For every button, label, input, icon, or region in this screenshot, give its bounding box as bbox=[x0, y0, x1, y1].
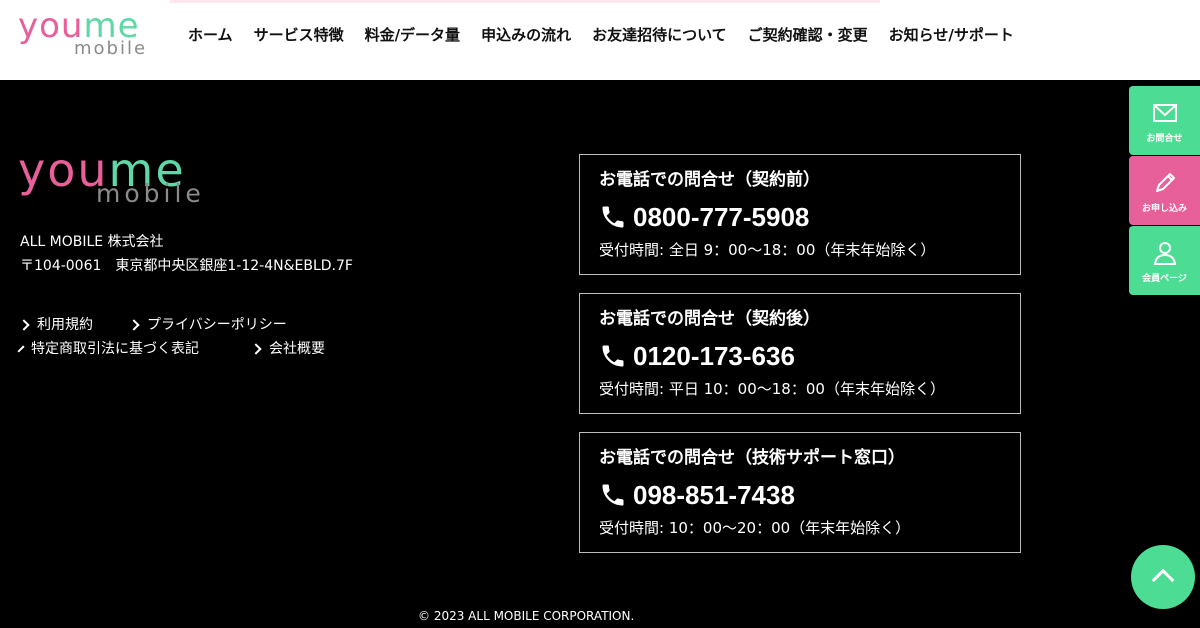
nav-features[interactable]: サービス特徴 bbox=[254, 24, 344, 46]
side-tab-member[interactable]: 会員ページ bbox=[1129, 226, 1200, 295]
main-nav: ホーム サービス特徴 料金/データ量 申込みの流れ お友達招待について ご契約確… bbox=[188, 24, 1035, 46]
link-privacy[interactable]: プライバシーポリシー bbox=[128, 314, 330, 336]
site-header: youme mobile ホーム サービス特徴 料金/データ量 申込みの流れ お… bbox=[0, 0, 1200, 80]
nav-contract[interactable]: ご契約確認・変更 bbox=[748, 24, 868, 46]
header-accent-line bbox=[170, 0, 880, 3]
footer-links: 利用規約 プライバシーポリシー 特定商取引法に基づく表記 会社概要 bbox=[17, 314, 400, 360]
copyright: © 2023 ALL MOBILE CORPORATION. bbox=[418, 609, 635, 623]
contact-box-post-contract: お電話での問合せ（契約後） 0120-173-636 受付時間: 平日 10：0… bbox=[579, 293, 1021, 414]
link-label: プライバシーポリシー bbox=[147, 317, 287, 333]
phone-icon bbox=[602, 345, 624, 367]
header-logo[interactable]: youme mobile bbox=[18, 8, 158, 59]
contact-title: お電話での問合せ（契約後） bbox=[599, 309, 820, 329]
nav-home[interactable]: ホーム bbox=[188, 24, 233, 46]
nav-news-support[interactable]: お知らせ/サポート bbox=[889, 24, 1014, 46]
link-company[interactable]: 会社概要 bbox=[250, 338, 330, 360]
logo-mobile-text: mobile bbox=[74, 38, 148, 59]
contact-title: お電話での問合せ（技術サポート窓口） bbox=[599, 448, 905, 468]
mail-icon bbox=[1152, 104, 1177, 122]
link-terms[interactable]: 利用規約 bbox=[18, 314, 130, 336]
link-label: 特定商取引法に基づく表記 bbox=[31, 341, 199, 357]
phone-number[interactable]: 0120-173-636 bbox=[633, 341, 795, 372]
contact-box-tech-support: お電話での問合せ（技術サポート窓口） 098-851-7438 受付時間: 10… bbox=[579, 432, 1021, 553]
side-tab-label: 会員ページ bbox=[1142, 274, 1187, 284]
chevron-right-icon bbox=[250, 343, 262, 355]
contact-hours: 受付時間: 10：00〜20：00（年末年始除く） bbox=[599, 519, 911, 537]
side-tab-label: お問合せ bbox=[1146, 134, 1183, 144]
nav-application-flow[interactable]: 申込みの流れ bbox=[481, 24, 571, 46]
phone-icon bbox=[602, 206, 624, 228]
footer-logo-you-text: you bbox=[18, 143, 109, 197]
nav-pricing[interactable]: 料金/データ量 bbox=[365, 24, 460, 46]
phone-row[interactable]: 0800-777-5908 bbox=[599, 197, 1020, 237]
company-info: ALL MOBILE 株式会社 〒104-0061 東京都中央区銀座1-12-4… bbox=[20, 230, 353, 278]
nav-friend-invite[interactable]: お友達招待について bbox=[592, 24, 727, 46]
side-tab-apply[interactable]: お申し込み bbox=[1129, 156, 1200, 225]
link-label: 会社概要 bbox=[269, 341, 325, 357]
contact-hours: 受付時間: 全日 9：00〜18：00（年末年始除く） bbox=[599, 241, 936, 259]
back-to-top-button[interactable] bbox=[1131, 545, 1195, 609]
chevron-right-icon bbox=[18, 319, 30, 331]
link-tokushoho[interactable]: 特定商取引法に基づく表記 bbox=[17, 338, 199, 360]
phone-row[interactable]: 098-851-7438 bbox=[599, 475, 1020, 515]
user-icon bbox=[1153, 242, 1176, 265]
phone-number[interactable]: 098-851-7438 bbox=[633, 480, 795, 511]
phone-icon bbox=[602, 484, 624, 506]
company-name: ALL MOBILE 株式会社 bbox=[20, 234, 164, 250]
company-address: 〒104-0061 東京都中央区銀座1-12-4N&EBLD.7F bbox=[20, 258, 353, 274]
link-label: 利用規約 bbox=[37, 317, 93, 333]
chevron-right-icon bbox=[128, 319, 140, 331]
chevron-up-icon bbox=[1151, 568, 1175, 592]
contact-title: お電話での問合せ（契約前） bbox=[599, 170, 820, 190]
side-tab-label: お申し込み bbox=[1141, 204, 1187, 214]
phone-row[interactable]: 0120-173-636 bbox=[599, 336, 1020, 376]
contact-hours: 受付時間: 平日 10：00〜18：00（年末年始除く） bbox=[599, 380, 945, 398]
pencil-icon bbox=[1155, 173, 1175, 192]
chevron-right-icon bbox=[17, 345, 25, 353]
footer-logo[interactable]: youme mobile bbox=[18, 146, 228, 208]
side-tab-contact[interactable]: お問合せ bbox=[1129, 86, 1200, 155]
footer-logo-mobile-text: mobile bbox=[96, 179, 205, 208]
phone-number[interactable]: 0800-777-5908 bbox=[633, 202, 809, 233]
contact-box-pre-contract: お電話での問合せ（契約前） 0800-777-5908 受付時間: 全日 9：0… bbox=[579, 154, 1021, 275]
